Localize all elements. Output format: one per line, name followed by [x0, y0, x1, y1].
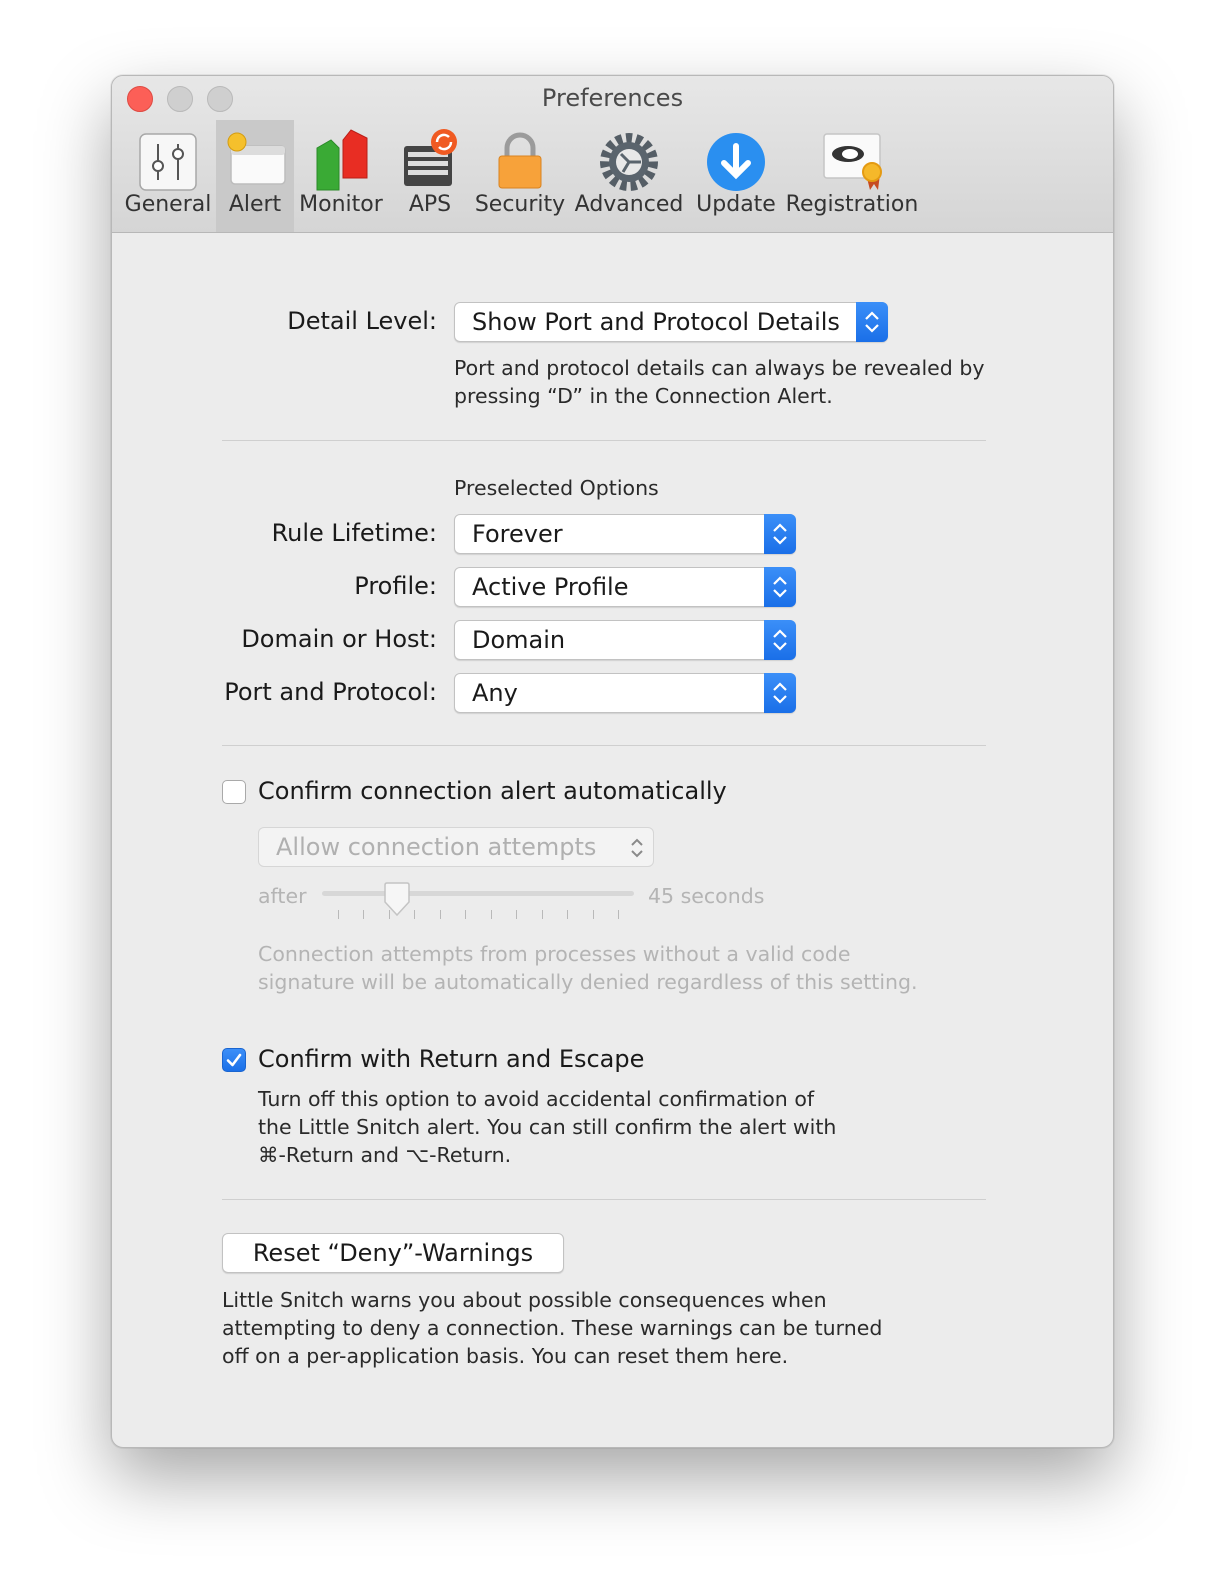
slider-tick — [618, 910, 619, 919]
domain-host-value: Domain — [472, 626, 566, 654]
tab-aps-label: APS — [408, 192, 452, 217]
domain-host-label: Domain or Host: — [241, 625, 437, 653]
tab-alert[interactable]: Alert — [216, 120, 294, 232]
popup-stepper-icon — [764, 620, 796, 660]
auto-confirm-label[interactable]: Confirm connection alert automatically — [258, 777, 727, 805]
slider-tick — [567, 910, 569, 919]
registration-badge-icon — [823, 133, 882, 190]
auto-confirm-checkbox[interactable] — [222, 780, 246, 804]
tab-update-label: Update — [696, 192, 776, 217]
rule-lifetime-label: Rule Lifetime: — [271, 519, 437, 547]
tab-update[interactable]: Update — [692, 120, 780, 232]
tab-security[interactable]: Security — [474, 120, 566, 232]
return-escape-help: Turn off this option to avoid accidental… — [258, 1087, 837, 1167]
tab-registration[interactable]: Registration — [782, 120, 922, 232]
slider-tick — [465, 910, 467, 919]
separator — [222, 440, 986, 441]
separator — [222, 745, 986, 746]
detail-level-label: Detail Level: — [287, 307, 437, 335]
slider-tick — [516, 910, 518, 919]
checkmark-icon — [226, 1053, 242, 1067]
port-protocol-label: Port and Protocol: — [224, 678, 437, 706]
slider-tick — [490, 910, 492, 919]
tab-advanced-label: Advanced — [574, 192, 684, 217]
auto-confirm-action-value: Allow connection attempts — [276, 833, 597, 861]
seconds-label: 45 seconds — [648, 884, 765, 908]
detail-level-help: Port and protocol details can always be … — [454, 356, 985, 408]
traffic-bars-icon — [316, 129, 368, 191]
slider-tick — [592, 910, 594, 919]
domain-host-popup[interactable]: Domain — [454, 620, 796, 660]
popup-stepper-icon — [764, 567, 796, 607]
slider-tick — [439, 910, 441, 919]
profile-popup[interactable]: Active Profile — [454, 567, 796, 607]
slider-tick — [338, 910, 339, 919]
port-protocol-popup[interactable]: Any — [454, 673, 796, 713]
tab-monitor-label: Monitor — [299, 192, 383, 217]
port-protocol-value: Any — [472, 679, 518, 707]
reset-deny-warnings-label: Reset “Deny”-Warnings — [252, 1239, 534, 1267]
slider-tick — [414, 910, 416, 919]
slider-track — [322, 891, 634, 896]
tab-advanced[interactable]: Advanced — [568, 120, 690, 232]
delay-slider[interactable] — [322, 882, 634, 922]
aps-sync-icon — [404, 129, 457, 186]
tab-monitor[interactable]: Monitor — [296, 120, 386, 232]
reset-deny-warnings-button[interactable]: Reset “Deny”-Warnings — [222, 1233, 564, 1273]
detail-level-popup[interactable]: Show Port and Protocol Details — [454, 302, 888, 342]
window-title: Preferences — [541, 84, 684, 112]
gear-icon — [600, 133, 658, 191]
return-escape-label[interactable]: Confirm with Return and Escape — [258, 1045, 644, 1073]
alert-window-icon — [227, 132, 286, 185]
download-arrow-icon — [707, 133, 765, 191]
separator — [222, 1199, 986, 1200]
tab-general[interactable]: General — [122, 120, 214, 232]
reset-help: Little Snitch warns you about possible c… — [222, 1288, 883, 1368]
auto-confirm-action-popup[interactable]: Allow connection attempts — [258, 827, 654, 867]
detail-level-value: Show Port and Protocol Details — [472, 308, 840, 336]
tab-registration-label: Registration — [785, 192, 919, 217]
after-label: after — [258, 884, 307, 908]
tab-general-label: General — [124, 192, 212, 217]
padlock-icon — [498, 132, 542, 189]
popup-stepper-icon — [764, 514, 796, 554]
auto-confirm-help: Connection attempts from processes witho… — [258, 942, 918, 994]
slider-tick — [363, 910, 365, 919]
popup-stepper-icon — [631, 838, 643, 858]
preselected-heading: Preselected Options — [454, 476, 659, 500]
profile-value: Active Profile — [472, 573, 629, 601]
preferences-window: Preferences General Alert Monitor APS Se… — [111, 75, 1114, 1448]
titlebar-toolbar: Preferences General Alert Monitor APS Se… — [112, 76, 1113, 233]
tab-alert-label: Alert — [228, 192, 282, 217]
profile-label: Profile: — [354, 572, 437, 600]
slider-thumb[interactable] — [381, 882, 413, 918]
sliders-icon — [139, 133, 197, 191]
tab-security-label: Security — [474, 192, 566, 217]
slider-tick — [541, 910, 543, 919]
tab-aps[interactable]: APS — [388, 120, 472, 232]
rule-lifetime-popup[interactable]: Forever — [454, 514, 796, 554]
return-escape-checkbox[interactable] — [222, 1048, 246, 1072]
popup-stepper-icon — [856, 302, 888, 342]
rule-lifetime-value: Forever — [472, 520, 563, 548]
popup-stepper-icon — [764, 673, 796, 713]
